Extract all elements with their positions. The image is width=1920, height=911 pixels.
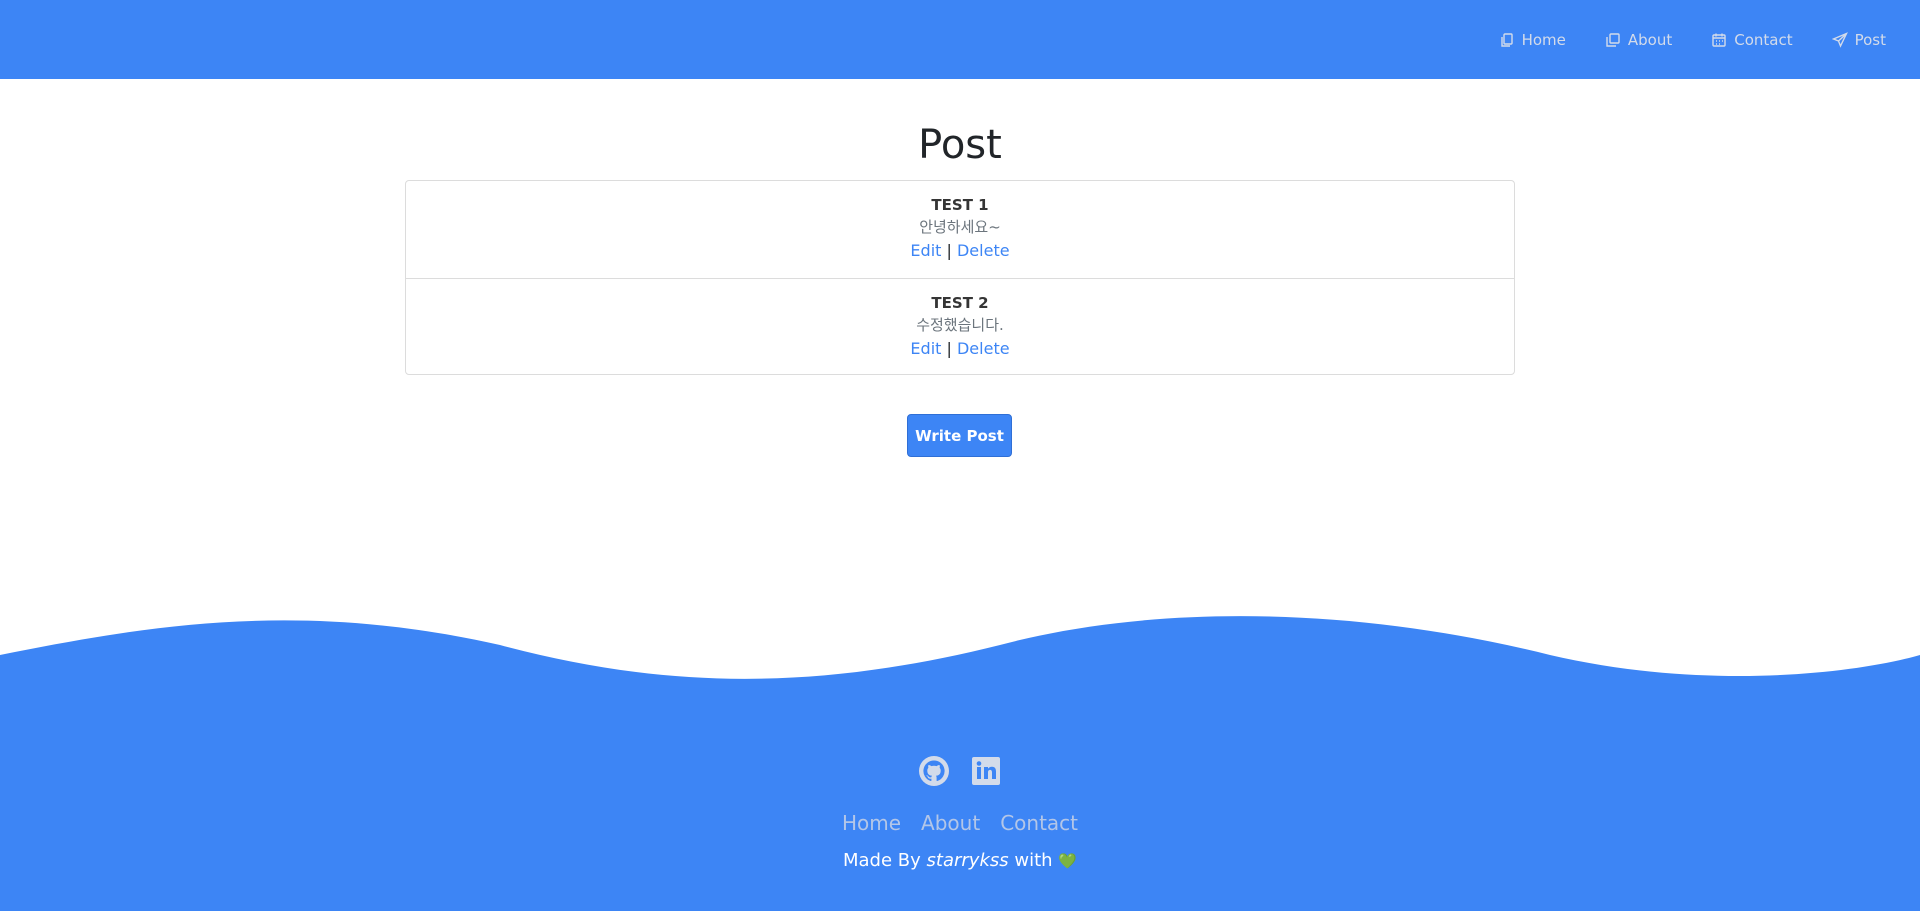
delete-link[interactable]: Delete (957, 241, 1010, 260)
post-title: TEST 1 (931, 196, 989, 214)
footer-link-contact[interactable]: Contact (1000, 811, 1078, 835)
post-list: TEST 1 안녕하세요~ Edit | Delete TEST 2 수정했습니… (405, 180, 1515, 375)
post-actions: Edit | Delete (406, 337, 1514, 361)
nav-about[interactable]: About (1605, 31, 1672, 49)
delete-link[interactable]: Delete (957, 339, 1010, 358)
post-body: 안녕하세요~ (919, 218, 1001, 236)
post-body: 수정했습니다. (916, 316, 1004, 334)
nav-post[interactable]: Post (1831, 30, 1886, 49)
github-icon[interactable] (918, 755, 950, 787)
footer-link-about[interactable]: About (921, 811, 980, 835)
footer-link-home[interactable]: Home (842, 811, 901, 835)
credit-prefix: Made By (843, 850, 921, 871)
footer-credit: Made By starrykss with 💚 (0, 850, 1920, 871)
nav-home[interactable]: Home (1499, 31, 1566, 49)
nav-post-label: Post (1854, 30, 1886, 49)
edit-link[interactable]: Edit (910, 241, 941, 260)
post-actions: Edit | Delete (406, 239, 1514, 263)
linkedin-icon[interactable] (970, 755, 1002, 787)
post-item: TEST 2 수정했습니다. Edit | Delete (406, 278, 1514, 375)
action-separator: | (946, 339, 952, 358)
post-title: TEST 2 (931, 294, 989, 312)
calendar-icon (1712, 33, 1726, 47)
nav-about-label: About (1627, 30, 1673, 49)
footer-links: Home About Contact (0, 811, 1920, 835)
heart-icon: 💚 (1058, 852, 1077, 870)
action-separator: | (946, 241, 952, 260)
nav-contact-label: Contact (1734, 30, 1793, 49)
nav-links: Home About Contact Post (1499, 0, 1886, 79)
square-stack-icon (1606, 32, 1620, 47)
credit-suffix: with (1014, 850, 1053, 871)
page-title: Post (918, 122, 1002, 168)
nav-contact[interactable]: Contact (1711, 30, 1793, 49)
write-post-button[interactable]: Write Post (907, 414, 1012, 457)
paper-plane-icon (1831, 31, 1848, 48)
top-navbar: Home About Contact Post (0, 0, 1920, 79)
nav-home-label: Home (1521, 30, 1566, 49)
edit-link[interactable]: Edit (910, 339, 941, 358)
post-item: TEST 1 안녕하세요~ Edit | Delete (406, 181, 1514, 278)
copy-icon (1500, 32, 1513, 47)
social-icons (0, 755, 1920, 787)
credit-author: starrykss (926, 850, 1009, 871)
